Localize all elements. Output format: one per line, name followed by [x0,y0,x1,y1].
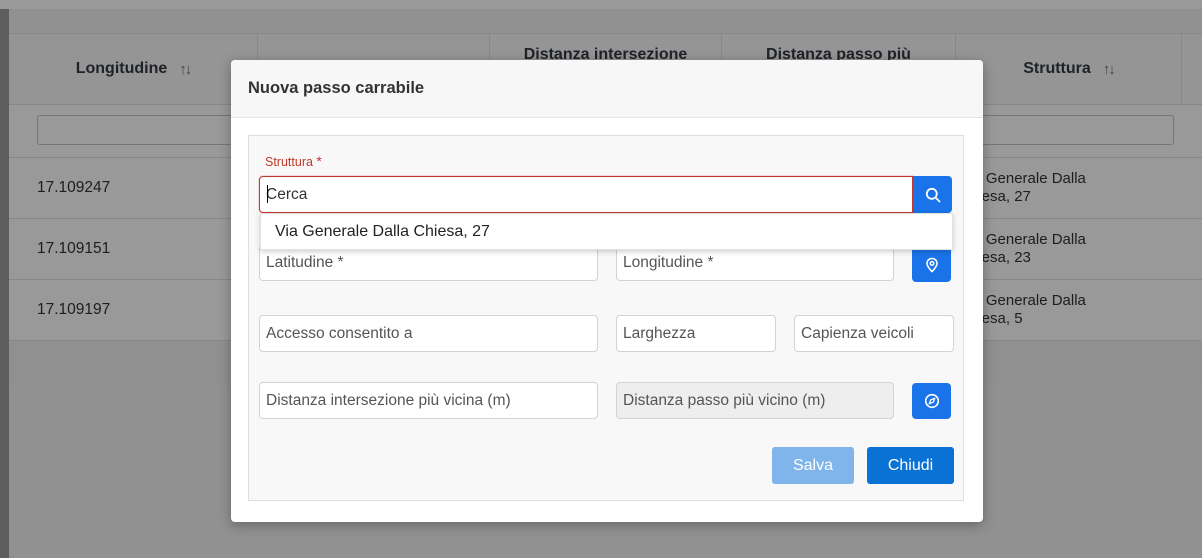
autocomplete-dropdown: Via Generale Dalla Chiesa, 27 [260,213,953,250]
longitudine-input[interactable] [616,245,894,281]
map-pin-icon [925,257,938,273]
struttura-search-input[interactable] [259,176,913,213]
required-mark: * [316,153,322,169]
struttura-label-text: Struttura [265,155,313,169]
locate-button[interactable] [912,247,951,282]
distanza-passo-input [616,382,894,419]
dropdown-option[interactable]: Via Generale Dalla Chiesa, 27 [275,223,490,241]
modal-header: Nuova passo carrabile [231,60,983,118]
search-icon [925,187,940,202]
compass-icon [924,393,939,409]
text-caret [267,185,268,203]
search-button[interactable] [913,176,952,213]
struttura-label: Struttura * [265,153,322,169]
distanza-intersezione-input[interactable] [259,382,598,419]
save-button[interactable]: Salva [772,447,854,484]
accesso-consentito-input[interactable] [259,315,598,352]
modal-title: Nuova passo carrabile [248,79,425,97]
close-button[interactable]: Chiudi [867,447,954,484]
latitudine-input[interactable] [259,245,598,281]
larghezza-input[interactable] [616,315,776,352]
capienza-veicoli-input[interactable] [794,315,954,352]
calculate-distance-button[interactable] [912,383,951,419]
